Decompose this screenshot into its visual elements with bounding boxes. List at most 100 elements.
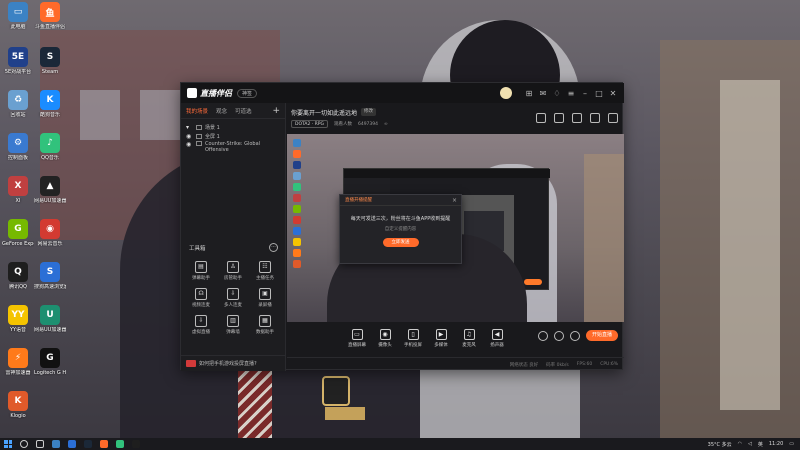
dialog-custom-link[interactable]: 自定义提醒内容 xyxy=(340,226,461,232)
dialog-message: 每天可发送三次，粉丝将在斗鱼APP收到提醒 xyxy=(350,216,451,222)
user-avatar[interactable] xyxy=(500,87,512,99)
gift-icon[interactable]: ⊞ xyxy=(522,86,536,100)
douyu-taskbar-icon[interactable] xyxy=(100,440,108,448)
tab-second[interactable]: 观念 xyxy=(216,107,227,115)
desktop-icon-kugou[interactable]: K 酷狗音乐 xyxy=(34,90,66,118)
tool-danmu-wall[interactable]: ▥ 弹幕墙 xyxy=(217,315,249,335)
desktop-icon-steam[interactable]: S Steam xyxy=(34,47,66,75)
viewer-label: 观看人数 xyxy=(333,122,352,127)
file-explorer-icon[interactable] xyxy=(52,440,60,448)
edit-room-button[interactable]: 修改 xyxy=(361,108,377,116)
toolbox-title: 工具箱 xyxy=(189,245,206,252)
add-scene-button[interactable]: + xyxy=(272,106,280,116)
menu-icon[interactable]: ≡ xyxy=(564,86,578,100)
maximize-icon[interactable]: □ xyxy=(592,86,606,100)
clock[interactable]: 11:20 xyxy=(769,441,783,447)
desktop-icon-leishen[interactable]: ⚡ 雷神加速器 xyxy=(2,348,34,376)
desktop-icon-control-panel[interactable]: ⚙ 控制面板 xyxy=(2,133,34,161)
tool-danmu[interactable]: ▤ 弹幕助手 xyxy=(185,261,217,281)
tool-tasks[interactable]: ☷ 主播任务 xyxy=(249,261,281,281)
desktop-icon-xi[interactable]: X XI xyxy=(2,176,34,204)
brand-badge[interactable]: 神签 xyxy=(237,88,258,98)
system-tray: 35°C 多云 ◠ ◁ 英 11:20 ▭ xyxy=(708,441,800,448)
settings-icon[interactable] xyxy=(608,113,618,123)
dialog-header: 直播开播提醒 × xyxy=(340,195,461,206)
input-method[interactable]: 英 xyxy=(758,441,763,448)
app-titlebar: 直播伴侣 神签 ⊞ ✉ ♢ ≡ – □ ✕ xyxy=(181,83,624,103)
browser-icon[interactable] xyxy=(68,440,76,448)
desktop-icon-label: Klogio xyxy=(10,413,26,419)
microphone-button[interactable]: ♫ 麦克风 xyxy=(455,329,483,348)
steam-taskbar-icon[interactable] xyxy=(84,440,92,448)
scene-item[interactable]: ▾ 场景 1 xyxy=(181,123,285,132)
send-now-button[interactable]: 立即发送 xyxy=(382,238,419,247)
eye-icon[interactable] xyxy=(553,330,564,341)
notify-icon[interactable] xyxy=(590,113,600,123)
screen-capture-button[interactable]: ▭ 直播屏幕 xyxy=(343,329,371,348)
camera-icon: ◉ xyxy=(379,329,391,340)
record-icon[interactable] xyxy=(537,330,548,341)
klogio-icon: K xyxy=(8,391,28,411)
desktop-icon-sogou[interactable]: S 搜狗高速浏览器 xyxy=(34,262,66,290)
desktop-icon-uu-2[interactable]: U 网易UU加速器 xyxy=(34,305,66,333)
task-view-icon[interactable] xyxy=(36,440,44,448)
uu-icon: U xyxy=(40,305,60,325)
tab-third[interactable]: 可道选 xyxy=(235,107,252,115)
desktop-icon-5e[interactable]: 5E 5E对战平台 xyxy=(2,47,34,75)
shirt-icon[interactable] xyxy=(572,113,582,123)
tool-virtual-live[interactable]: ⇩ 虚拟直播 xyxy=(185,315,217,335)
desktop-icon-douyu[interactable]: 鱼斗鱼直播伴侣 xyxy=(34,2,66,30)
desktop-icon-qq-music[interactable]: ♪ QQ音乐 xyxy=(34,133,66,161)
volume-icon[interactable]: ◁ xyxy=(748,441,752,447)
minimize-icon[interactable]: – xyxy=(578,86,592,100)
tool-data[interactable]: ▦ 数据助手 xyxy=(249,315,281,335)
wechat-taskbar-icon[interactable] xyxy=(116,440,124,448)
tool-room-manager[interactable]: ♙ 房管助手 xyxy=(217,261,249,281)
network-icon[interactable]: ◠ xyxy=(738,441,742,447)
desktop-icon-qq[interactable]: Q 腾讯QQ xyxy=(2,262,34,290)
desktop-icon-logitech[interactable]: G Logitech G HUB xyxy=(34,348,66,376)
live-reminder-dialog: 直播开播提醒 × 每天可发送三次，粉丝将在斗鱼APP收到提醒 自定义提醒内容 立… xyxy=(339,194,462,264)
start-live-button[interactable]: 开始直播 xyxy=(585,330,618,341)
tool-multi-link[interactable]: ⇩ 多人连麦 xyxy=(217,288,249,308)
message-icon[interactable]: ✉ xyxy=(536,86,550,100)
search-icon[interactable] xyxy=(20,440,28,448)
notification-icon[interactable]: ▭ xyxy=(789,441,794,447)
mobile-cast-help-link[interactable]: 如何把手机游戏投屏直播? xyxy=(181,355,286,371)
chevron-down-icon[interactable]: ▾ xyxy=(186,124,193,131)
desktop-icon-uu[interactable]: ▲ 网易UU加速器 xyxy=(34,176,66,204)
media-button[interactable]: ▶ 多媒体 xyxy=(427,329,455,348)
wall-icon: ▥ xyxy=(227,315,239,327)
phone-cast-button[interactable]: ▯ 手机投屏 xyxy=(399,329,427,348)
tool-video-link[interactable]: ☊ 视频连麦 xyxy=(185,288,217,308)
close-icon[interactable]: ✕ xyxy=(606,86,620,100)
weather-widget[interactable]: 35°C 多云 xyxy=(708,441,732,448)
preview-app-icon xyxy=(293,194,301,202)
source-item[interactable]: ◉ 全屏 1 xyxy=(181,132,285,141)
qq-taskbar-icon[interactable] xyxy=(132,440,140,448)
windows-start-icon[interactable] xyxy=(4,440,12,448)
desktop-icon-label: QQ音乐 xyxy=(41,155,59,161)
tool-record[interactable]: ▣ 录屏播 xyxy=(249,288,281,308)
desktop-icon-yy[interactable]: YY YY语音 xyxy=(2,305,34,333)
desktop-icon-this-pc[interactable]: ▭ 此电脑 xyxy=(2,2,34,30)
live-companion-window: 直播伴侣 神签 ⊞ ✉ ♢ ≡ – □ ✕ 我的场景 观念 可道选 + ▾ 场景… xyxy=(180,82,624,371)
tab-my-scenes[interactable]: 我的场景 xyxy=(186,107,208,115)
stream-preview[interactable]: 直播开播提醒 × 每天可发送三次，粉丝将在斗鱼APP收到提醒 自定义提醒内容 立… xyxy=(287,134,624,322)
camera-button[interactable]: ◉ 摄像头 xyxy=(371,329,399,348)
desktop-icon-netease-music[interactable]: ◉ 网易云音乐 xyxy=(34,219,66,247)
bell-icon[interactable]: ♢ xyxy=(550,86,564,100)
desktop-icon-klogio[interactable]: K Klogio xyxy=(2,391,34,419)
source-item[interactable]: ◉ Counter-Strike: Global Offensive xyxy=(181,141,285,157)
share-icon[interactable] xyxy=(536,113,546,123)
eye-icon[interactable]: ◉ xyxy=(186,133,193,140)
close-icon[interactable]: × xyxy=(452,197,457,204)
lock-icon[interactable] xyxy=(554,113,564,123)
desktop-icon-geforce[interactable]: G GeForce Experience xyxy=(2,219,34,247)
desktop-icon-recycle-bin[interactable]: ♻ 回收站 xyxy=(2,90,34,118)
eye-icon[interactable]: ◉ xyxy=(186,141,193,148)
game-category-tag[interactable]: DOTA2 · RPG xyxy=(291,120,328,128)
speaker-button[interactable]: ◀ 扬声器 xyxy=(483,329,511,348)
gear-icon[interactable] xyxy=(569,330,580,341)
more-icon[interactable]: ··· xyxy=(269,243,278,252)
